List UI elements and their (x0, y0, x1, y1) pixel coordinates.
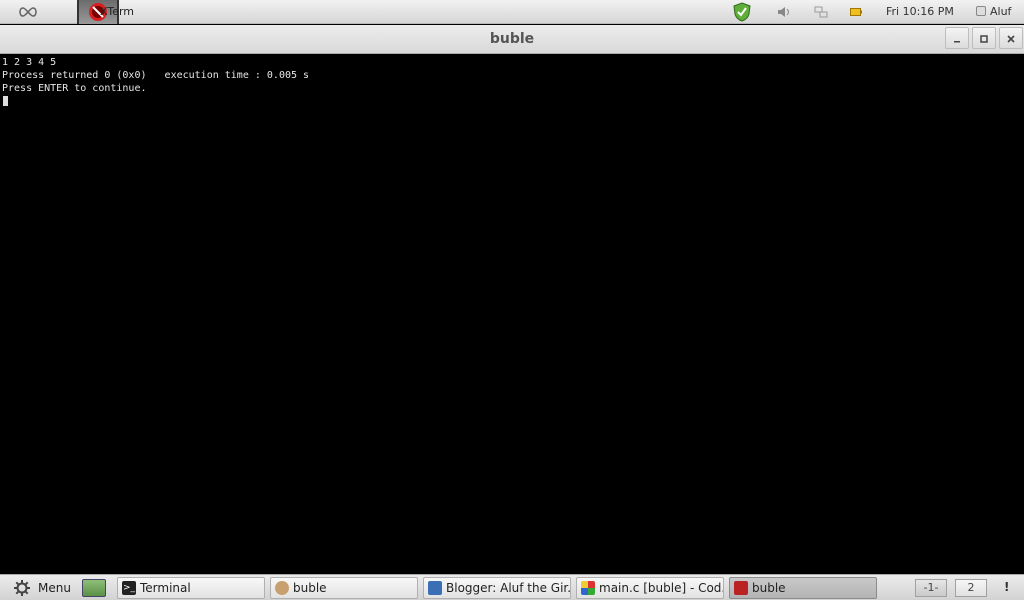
search-app-icon (275, 581, 289, 595)
infinity-logo-icon[interactable] (14, 3, 42, 21)
menu-label: Menu (38, 581, 71, 595)
window-title: buble (489, 31, 535, 47)
terminal-line: Process returned 0 (0x0) execution time … (2, 70, 310, 81)
user-name[interactable]: Aluf (990, 5, 1011, 18)
notification-indicator[interactable]: ! (1004, 580, 1009, 594)
network-icon[interactable] (812, 0, 830, 24)
minimize-button[interactable] (945, 27, 969, 49)
menu-button[interactable]: Menu (14, 578, 71, 598)
terminal-output[interactable]: 1 2 3 4 5 Process returned 0 (0x0) execu… (0, 55, 1024, 574)
maximize-button[interactable] (972, 27, 996, 49)
active-app-label: XTerm (100, 5, 135, 18)
show-desktop-icon[interactable] (82, 579, 106, 597)
terminal-icon: >_ (122, 581, 136, 595)
terminal-line: 1 2 3 4 5 (2, 57, 57, 68)
window-titlebar[interactable]: buble (0, 25, 1024, 54)
user-icon (976, 6, 986, 16)
battery-icon[interactable] (848, 0, 864, 24)
task-blogger[interactable]: Blogger: Aluf the Gir... (423, 577, 571, 599)
task-label: main.c [buble] - Cod... (599, 581, 724, 595)
close-button[interactable] (999, 27, 1023, 49)
bottom-taskbar: Menu >_ Terminal buble Blogger: Aluf the… (0, 574, 1024, 600)
top-panel: XTerm Fri 10:16 PM Aluf (0, 0, 1024, 24)
browser-icon (428, 581, 442, 595)
workspace-1-button[interactable]: -1- (915, 579, 947, 597)
task-label: Terminal (140, 581, 191, 595)
codeblocks-icon (581, 581, 595, 595)
workspace-2-button[interactable]: 2 (955, 579, 987, 597)
task-buble-search[interactable]: buble (270, 577, 418, 599)
security-shield-icon[interactable] (731, 0, 753, 24)
terminal-line: Press ENTER to continue. (2, 83, 147, 94)
volume-icon[interactable] (775, 0, 793, 24)
gear-icon (14, 580, 30, 596)
task-label: buble (293, 581, 327, 595)
task-buble-xterm[interactable]: buble (729, 577, 877, 599)
clock[interactable]: Fri 10:16 PM (886, 5, 954, 18)
terminal-cursor (3, 96, 8, 106)
task-label: Blogger: Aluf the Gir... (446, 581, 571, 595)
task-codeblocks[interactable]: main.c [buble] - Cod... (576, 577, 724, 599)
xterm-icon (734, 581, 748, 595)
task-label: buble (752, 581, 786, 595)
task-terminal[interactable]: >_ Terminal (117, 577, 265, 599)
